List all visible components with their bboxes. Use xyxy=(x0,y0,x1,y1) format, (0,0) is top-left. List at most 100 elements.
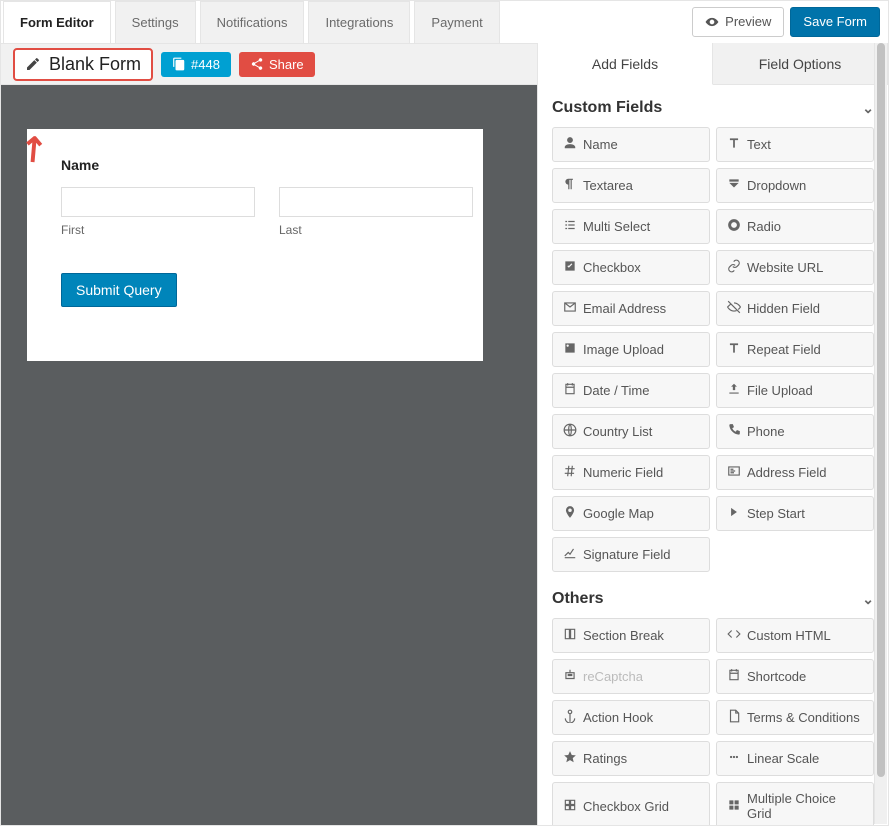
tool-row: Blank Form #448 Share xyxy=(1,43,537,85)
share-label: Share xyxy=(269,57,304,72)
tab-notifications[interactable]: Notifications xyxy=(200,1,305,43)
field-multi-select[interactable]: Multi Select xyxy=(552,209,710,244)
chevron-down-icon: ⌄ xyxy=(862,100,874,117)
last-sublabel: Last xyxy=(279,223,473,237)
panel-tab-add-fields[interactable]: Add Fields xyxy=(538,43,713,85)
field-label: File Upload xyxy=(747,383,813,398)
dropdown-icon xyxy=(727,177,741,191)
scrollbar-thumb[interactable] xyxy=(877,43,885,777)
tab-payment[interactable]: Payment xyxy=(414,1,499,43)
field-label: Multi Select xyxy=(583,219,650,234)
field-label: reCaptcha xyxy=(583,669,643,684)
user-icon xyxy=(563,136,577,150)
field-signature-field[interactable]: Signature Field xyxy=(552,537,710,572)
field-numeric-field[interactable]: Numeric Field xyxy=(552,455,710,490)
field-country-list[interactable]: Country List xyxy=(552,414,710,449)
last-name-input[interactable] xyxy=(279,187,473,217)
field-ratings[interactable]: Ratings xyxy=(552,741,710,776)
list-icon xyxy=(563,218,577,232)
tab-form-editor[interactable]: Form Editor xyxy=(3,1,111,44)
anchor-icon xyxy=(563,709,577,723)
share-button[interactable]: Share xyxy=(239,52,315,77)
field-label: Section Break xyxy=(583,628,664,643)
field-name[interactable]: Name xyxy=(552,127,710,162)
field-label: Step Start xyxy=(747,506,805,521)
field-label: Multiple Choice Grid xyxy=(747,791,863,821)
field-custom-html[interactable]: Custom HTML xyxy=(716,618,874,653)
field-label: Date / Time xyxy=(583,383,649,398)
field-section-break[interactable]: Section Break xyxy=(552,618,710,653)
field-label: Website URL xyxy=(747,260,823,275)
submit-button[interactable]: Submit Query xyxy=(61,273,177,307)
field-recaptcha: reCaptcha xyxy=(552,659,710,694)
card-icon xyxy=(727,464,741,478)
field-repeat-field[interactable]: Repeat Field xyxy=(716,332,874,367)
field-radio[interactable]: Radio xyxy=(716,209,874,244)
form-canvas[interactable]: Name First Last Submit Query xyxy=(27,129,483,361)
preview-button[interactable]: Preview xyxy=(692,7,784,37)
field-date-time[interactable]: Date / Time xyxy=(552,373,710,408)
right-panel: Add Fields Field Options Custom Fields ⌄… xyxy=(537,43,888,825)
field-dropdown[interactable]: Dropdown xyxy=(716,168,874,203)
field-phone[interactable]: Phone xyxy=(716,414,874,449)
ellips-icon xyxy=(727,750,741,764)
first-name-input[interactable] xyxy=(61,187,255,217)
field-multiple-choice-grid[interactable]: Multiple Choice Grid xyxy=(716,782,874,825)
field-google-map[interactable]: Google Map xyxy=(552,496,710,531)
field-label: Checkbox Grid xyxy=(583,799,669,814)
section-others-header[interactable]: Others ⌄ xyxy=(552,590,874,608)
canvas-area: Name First Last Submit Query xyxy=(1,85,537,825)
field-email-address[interactable]: Email Address xyxy=(552,291,710,326)
form-title: Blank Form xyxy=(49,54,141,75)
panel-tab-field-options[interactable]: Field Options xyxy=(713,43,888,85)
para-icon xyxy=(563,177,577,191)
field-label: Radio xyxy=(747,219,781,234)
field-website-url[interactable]: Website URL xyxy=(716,250,874,285)
field-label: Shortcode xyxy=(747,669,806,684)
tab-integrations[interactable]: Integrations xyxy=(308,1,410,43)
field-label: Dropdown xyxy=(747,178,806,193)
grid-icon xyxy=(563,798,577,812)
field-text[interactable]: Text xyxy=(716,127,874,162)
first-sublabel: First xyxy=(61,223,255,237)
section-others-title: Others xyxy=(552,590,604,608)
section-custom-fields-header[interactable]: Custom Fields ⌄ xyxy=(552,99,874,117)
field-textarea[interactable]: Textarea xyxy=(552,168,710,203)
field-shortcode[interactable]: Shortcode xyxy=(716,659,874,694)
field-label: Terms & Conditions xyxy=(747,710,860,725)
scrollbar[interactable] xyxy=(874,43,887,824)
tab-settings[interactable]: Settings xyxy=(115,1,196,43)
section-custom-fields-title: Custom Fields xyxy=(552,99,662,117)
field-address-field[interactable]: Address Field xyxy=(716,455,874,490)
pencil-icon xyxy=(25,56,41,72)
grid2-icon xyxy=(727,798,741,812)
field-action-hook[interactable]: Action Hook xyxy=(552,700,710,735)
chevron-down-icon: ⌄ xyxy=(862,591,874,608)
field-label: Custom HTML xyxy=(747,628,831,643)
cal-icon xyxy=(727,668,741,682)
field-label: Repeat Field xyxy=(747,342,821,357)
id-badge[interactable]: #448 xyxy=(161,52,231,77)
field-hidden-field[interactable]: Hidden Field xyxy=(716,291,874,326)
field-label: Google Map xyxy=(583,506,654,521)
field-image-upload[interactable]: Image Upload xyxy=(552,332,710,367)
field-file-upload[interactable]: File Upload xyxy=(716,373,874,408)
field-step-start[interactable]: Step Start xyxy=(716,496,874,531)
save-form-button[interactable]: Save Form xyxy=(790,7,880,37)
field-terms-conditions[interactable]: Terms & Conditions xyxy=(716,700,874,735)
phone-icon xyxy=(727,423,741,437)
section-others: Others ⌄ Section Break Custom HTML reCaptc… xyxy=(552,590,874,825)
field-label: Action Hook xyxy=(583,710,653,725)
upload-icon xyxy=(727,382,741,396)
field-checkbox-grid[interactable]: Checkbox Grid xyxy=(552,782,710,825)
cols-icon xyxy=(563,627,577,641)
name-field-label: Name xyxy=(61,157,449,173)
section-custom-fields: Custom Fields ⌄ NameTextTextarea Dropdown… xyxy=(552,99,874,572)
field-linear-scale[interactable]: Linear Scale xyxy=(716,741,874,776)
text-icon xyxy=(727,341,741,355)
check-icon xyxy=(563,259,577,273)
form-title-box[interactable]: Blank Form xyxy=(13,48,153,81)
field-label: Numeric Field xyxy=(583,465,663,480)
field-checkbox[interactable]: Checkbox xyxy=(552,250,710,285)
field-label: Checkbox xyxy=(583,260,641,275)
